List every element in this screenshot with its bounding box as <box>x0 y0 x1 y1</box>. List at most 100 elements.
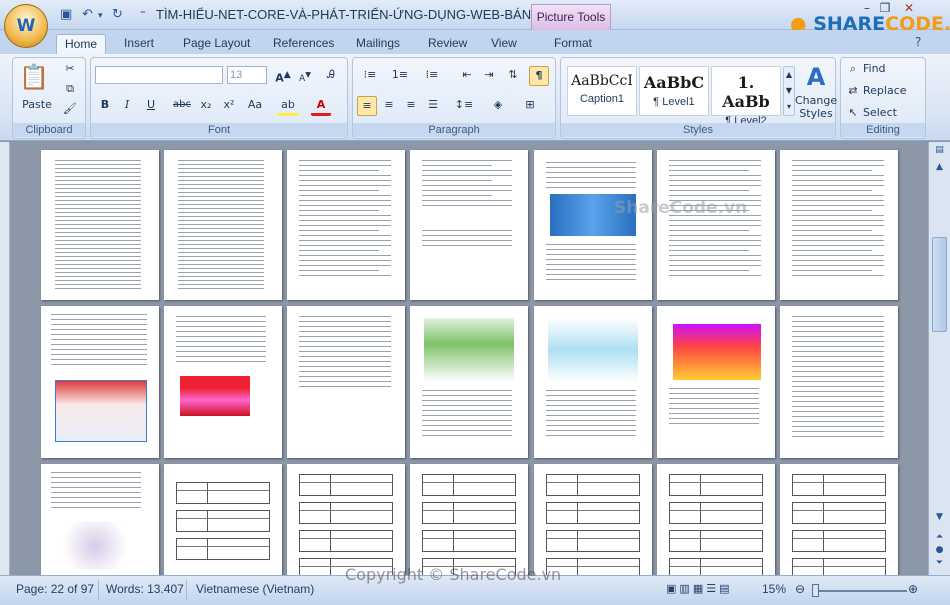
font-color-icon[interactable]: A <box>311 96 331 116</box>
page-thumbnail[interactable] <box>534 306 652 458</box>
page-thumbnail[interactable] <box>534 464 652 575</box>
change-case-icon[interactable]: Aa <box>243 96 267 116</box>
select-button[interactable]: Select <box>863 104 913 124</box>
zoom-slider[interactable] <box>812 590 907 592</box>
font-size-field[interactable]: 13 <box>227 66 267 84</box>
increase-indent-icon[interactable]: ⇥ <box>479 66 499 86</box>
page-thumbnail[interactable] <box>410 150 528 300</box>
selected-image-frame[interactable] <box>55 380 147 442</box>
vertical-scrollbar[interactable]: ▤ ▲ ▼ ⏶ ● ⏷ <box>928 142 950 575</box>
style-caption1[interactable]: AaBbCcI Caption1 <box>567 66 637 116</box>
scroll-thumb[interactable] <box>932 237 947 332</box>
show-formatting-icon[interactable]: ¶ <box>529 66 549 86</box>
italic-icon[interactable]: I <box>117 96 137 116</box>
picture-tools-tab[interactable]: Picture Tools <box>531 4 611 30</box>
tab-insert[interactable]: Insert <box>116 34 162 54</box>
previous-page-icon[interactable]: ⏶ <box>932 532 947 544</box>
clear-formatting-icon[interactable]: Ꭿ <box>321 66 341 86</box>
page-thumbnail[interactable] <box>534 150 652 300</box>
page-thumbnail[interactable] <box>780 464 898 575</box>
styles-scroll-icon[interactable]: ▲ ▼ ▾ <box>783 66 795 116</box>
align-center-icon[interactable]: ≡ <box>379 96 399 116</box>
view-buttons[interactable]: ▣▥▦☰▤ <box>666 582 733 595</box>
grow-font-icon[interactable]: A▲ <box>273 66 293 86</box>
replace-button[interactable]: Replace <box>863 82 921 102</box>
undo-dropdown-icon[interactable]: ▾ <box>98 11 103 21</box>
document-workspace[interactable] <box>10 142 928 575</box>
zoom-out-icon[interactable]: ⊖ <box>795 582 805 596</box>
page-thumbnail[interactable] <box>164 150 282 300</box>
multilevel-list-icon[interactable]: ⁞≡ <box>419 66 445 86</box>
vertical-ruler[interactable] <box>0 142 10 575</box>
sort-icon[interactable]: ⇅ <box>503 66 523 86</box>
page-thumbnail[interactable] <box>657 464 775 575</box>
tab-review[interactable]: Review <box>420 34 475 54</box>
bold-icon[interactable]: B <box>95 96 115 116</box>
word-count[interactable]: Words: 13.407 <box>106 582 184 596</box>
close-button[interactable]: ✕ <box>897 0 921 18</box>
page-thumbnail[interactable] <box>287 306 405 458</box>
language-indicator[interactable]: Vietnamese (Vietnam) <box>196 582 314 596</box>
paste-button[interactable]: Paste <box>15 96 59 116</box>
tab-references[interactable]: References <box>265 34 342 54</box>
highlight-icon[interactable]: ab <box>277 96 299 116</box>
tab-mailings[interactable]: Mailings <box>348 34 408 54</box>
copy-icon[interactable]: ⧉ <box>60 80 80 100</box>
office-button[interactable]: W <box>4 4 48 48</box>
change-styles-icon[interactable]: A <box>797 62 835 92</box>
ruler-toggle-icon[interactable]: ▤ <box>932 145 947 159</box>
numbering-icon[interactable]: 1≡ <box>387 66 413 86</box>
superscript-icon[interactable]: x² <box>219 96 239 116</box>
page-thumbnail[interactable] <box>41 464 159 575</box>
strikethrough-icon[interactable]: abc <box>171 96 193 116</box>
tab-page-layout[interactable]: Page Layout <box>175 34 258 54</box>
scroll-up-icon[interactable]: ▲ <box>932 162 947 176</box>
page-thumbnail[interactable] <box>780 150 898 300</box>
web-layout-icon[interactable]: ▦ <box>693 582 706 595</box>
page-thumbnail[interactable] <box>410 464 528 575</box>
page-thumbnail[interactable] <box>287 464 405 575</box>
restore-button[interactable]: ❐ <box>873 0 897 18</box>
outline-icon[interactable]: ☰ <box>706 582 719 595</box>
save-icon[interactable]: ▣ <box>60 7 72 22</box>
borders-icon[interactable]: ⊞ <box>517 96 543 116</box>
zoom-in-icon[interactable]: ⊕ <box>908 582 918 596</box>
line-spacing-icon[interactable]: ↕≡ <box>451 96 477 116</box>
page-thumbnail[interactable] <box>780 306 898 458</box>
paste-icon[interactable]: 📋 <box>19 62 49 92</box>
page-thumbnail[interactable] <box>164 464 282 575</box>
select-icon[interactable]: ↖ <box>845 104 861 124</box>
page-count[interactable]: Page: 22 of 97 <box>16 582 94 596</box>
help-icon[interactable]: ? <box>915 35 921 49</box>
scroll-down-icon[interactable]: ▼ <box>932 512 947 526</box>
page-thumbnail[interactable] <box>164 306 282 458</box>
align-left-icon[interactable]: ≡ <box>357 96 377 116</box>
replace-icon[interactable]: ⇄ <box>845 82 861 102</box>
page-thumbnail[interactable] <box>41 150 159 300</box>
select-browse-object-icon[interactable]: ● <box>932 545 947 557</box>
shading-icon[interactable]: ◈ <box>485 96 511 116</box>
bullets-icon[interactable]: ⁝≡ <box>357 66 383 86</box>
page-thumbnail[interactable] <box>287 150 405 300</box>
find-icon[interactable]: ⌕ <box>845 60 861 80</box>
align-right-icon[interactable]: ≡ <box>401 96 421 116</box>
next-page-icon[interactable]: ⏷ <box>932 558 947 570</box>
page-thumbnail[interactable] <box>657 150 775 300</box>
change-styles-button[interactable]: Change Styles <box>795 94 837 124</box>
customize-qat-icon[interactable]: ⁼ <box>140 7 146 20</box>
subscript-icon[interactable]: x₂ <box>196 96 216 116</box>
tab-format[interactable]: Format <box>546 34 600 54</box>
zoom-slider-thumb[interactable] <box>812 584 819 597</box>
underline-icon[interactable]: U <box>141 96 161 116</box>
draft-icon[interactable]: ▤ <box>719 582 732 595</box>
redo-icon[interactable]: ↻ <box>112 7 123 22</box>
undo-icon[interactable]: ↶ <box>82 7 93 22</box>
page-thumbnail[interactable] <box>410 306 528 458</box>
tab-view[interactable]: View <box>483 34 525 54</box>
find-button[interactable]: Find <box>863 60 913 80</box>
font-name-field[interactable] <box>95 66 223 84</box>
decrease-indent-icon[interactable]: ⇤ <box>457 66 477 86</box>
justify-icon[interactable]: ☰ <box>423 96 443 116</box>
shrink-font-icon[interactable]: A▼ <box>295 66 315 86</box>
zoom-level[interactable]: 15% <box>762 582 786 596</box>
